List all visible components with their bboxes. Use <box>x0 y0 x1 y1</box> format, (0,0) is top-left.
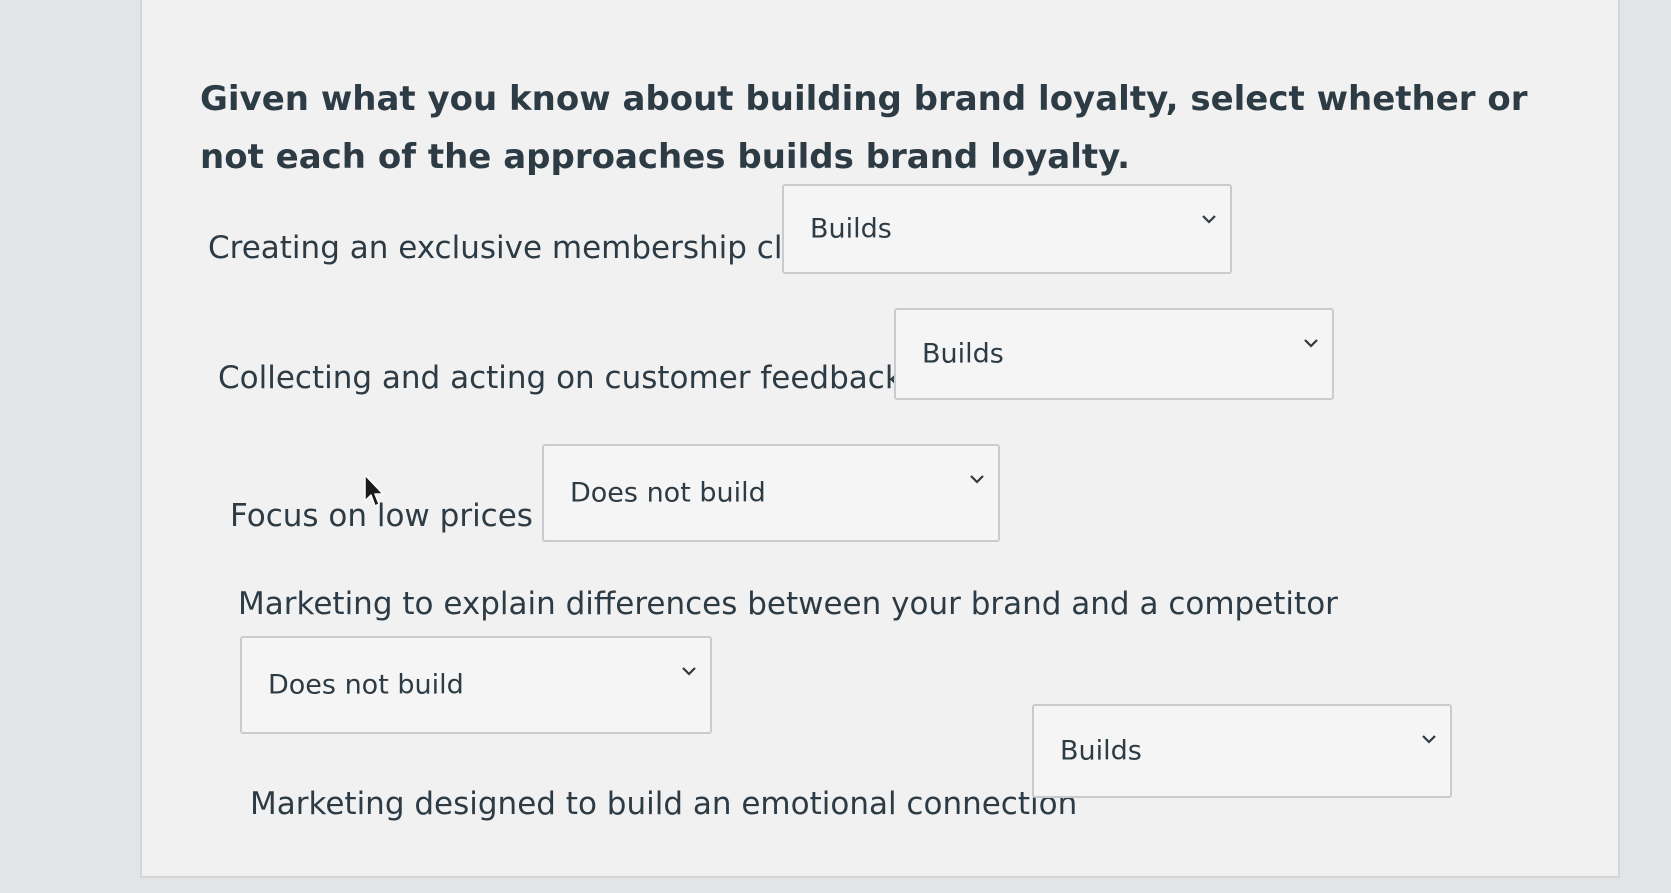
selected-value: Builds <box>1060 735 1142 767</box>
row-label: Collecting and acting on customer feedba… <box>218 360 903 396</box>
chevron-down-icon <box>970 475 984 484</box>
chevron-down-icon <box>1202 215 1216 224</box>
row-label: Creating an exclusive membership club <box>208 230 822 266</box>
selected-value: Builds <box>810 213 892 245</box>
question-card: Given what you know about building brand… <box>140 0 1620 878</box>
selected-value: Does not build <box>570 477 766 509</box>
mouse-cursor-icon <box>364 474 384 507</box>
answer-select-3[interactable]: Does not build <box>542 444 1000 542</box>
answer-select-5[interactable]: Builds <box>1032 704 1452 798</box>
chevron-down-icon <box>1304 339 1318 348</box>
selected-value: Builds <box>922 338 1004 370</box>
chevron-down-icon <box>682 667 696 676</box>
row-label: Marketing designed to build an emotional… <box>250 786 1078 822</box>
question-prompt: Given what you know about building brand… <box>200 79 1528 177</box>
answer-select-2[interactable]: Builds <box>894 308 1334 400</box>
row-label: Marketing to explain differences between… <box>238 586 1338 622</box>
answer-select-4[interactable]: Does not build <box>240 636 712 734</box>
chevron-down-icon <box>1422 735 1436 744</box>
answer-select-1[interactable]: Builds <box>782 184 1232 274</box>
selected-value: Does not build <box>268 669 464 701</box>
